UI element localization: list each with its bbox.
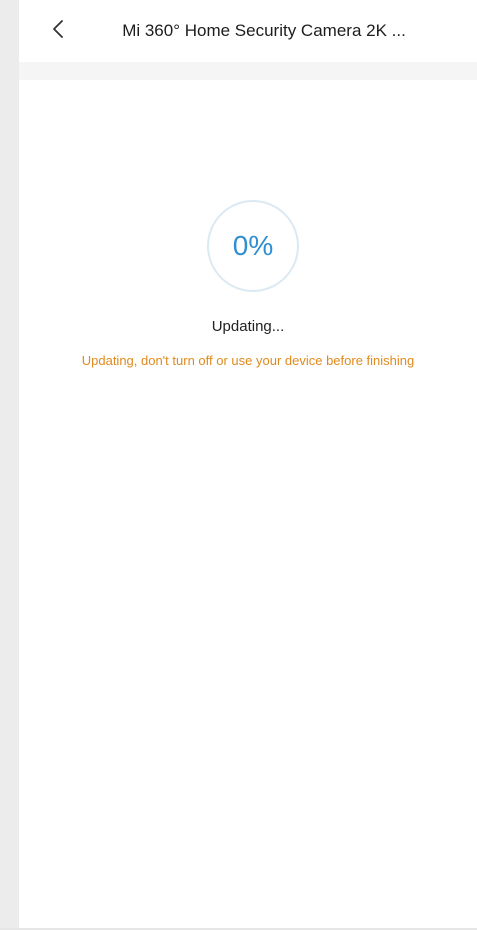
progress-ring: 0% [207, 200, 299, 292]
app-frame: Mi 360° Home Security Camera 2K ... 0% U… [0, 0, 477, 930]
firmware-update-screen: Mi 360° Home Security Camera 2K ... 0% U… [19, 0, 477, 930]
top-bar: Mi 360° Home Security Camera 2K ... [19, 0, 477, 62]
update-warning: Updating, don't turn off or use your dev… [81, 353, 415, 368]
chevron-left-icon [51, 19, 65, 44]
update-content: 0% Updating... Updating, don't turn off … [19, 80, 477, 930]
page-title: Mi 360° Home Security Camera 2K ... [122, 21, 406, 40]
header-divider [19, 62, 477, 80]
progress-percent: 0% [232, 230, 274, 261]
back-button[interactable] [41, 14, 75, 48]
left-edge [0, 0, 19, 930]
update-status: Updating... [211, 318, 285, 335]
